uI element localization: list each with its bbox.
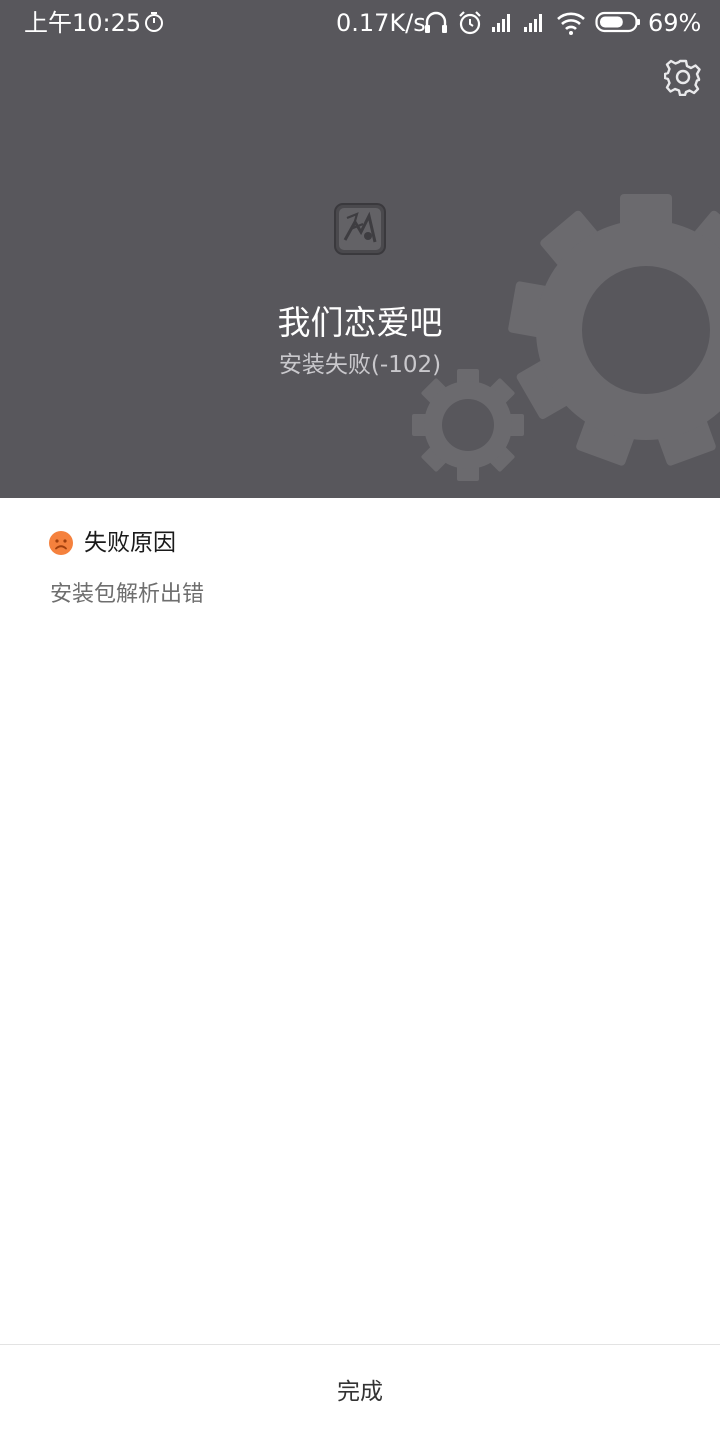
app-icon — [334, 203, 386, 255]
signal-icon — [492, 14, 510, 32]
sad-face-icon — [49, 531, 73, 555]
alarm-icon — [459, 11, 481, 35]
signal-icon — [524, 14, 542, 32]
done-button[interactable]: 完成 — [0, 1345, 720, 1440]
app-name: 我们恋爱吧 — [277, 303, 443, 342]
install-status: 安装失败(-102) — [278, 352, 442, 378]
network-speed: 0.17K/s — [336, 9, 426, 37]
status-time: 上午10:25 — [24, 9, 142, 37]
timer-icon — [145, 12, 163, 32]
failure-reason-title: 失败原因 — [84, 530, 176, 556]
status-bar: 上午10:25 0.17K/s 69% — [0, 0, 720, 46]
settings-gear-icon[interactable] — [664, 58, 702, 96]
battery-icon — [595, 11, 640, 33]
failure-reason-detail: 安装包解析出错 — [50, 582, 205, 607]
headset-icon — [425, 11, 447, 33]
install-result-header: 上午10:25 0.17K/s 69% 我们恋爱吧 安装失败(-102) — [0, 0, 720, 498]
battery-percent: 69% — [648, 9, 702, 37]
installer-screen: 上午10:25 0.17K/s 69% 我们恋爱吧 安装失败(-102) 失败原… — [0, 0, 720, 1440]
wifi-icon — [557, 12, 585, 35]
